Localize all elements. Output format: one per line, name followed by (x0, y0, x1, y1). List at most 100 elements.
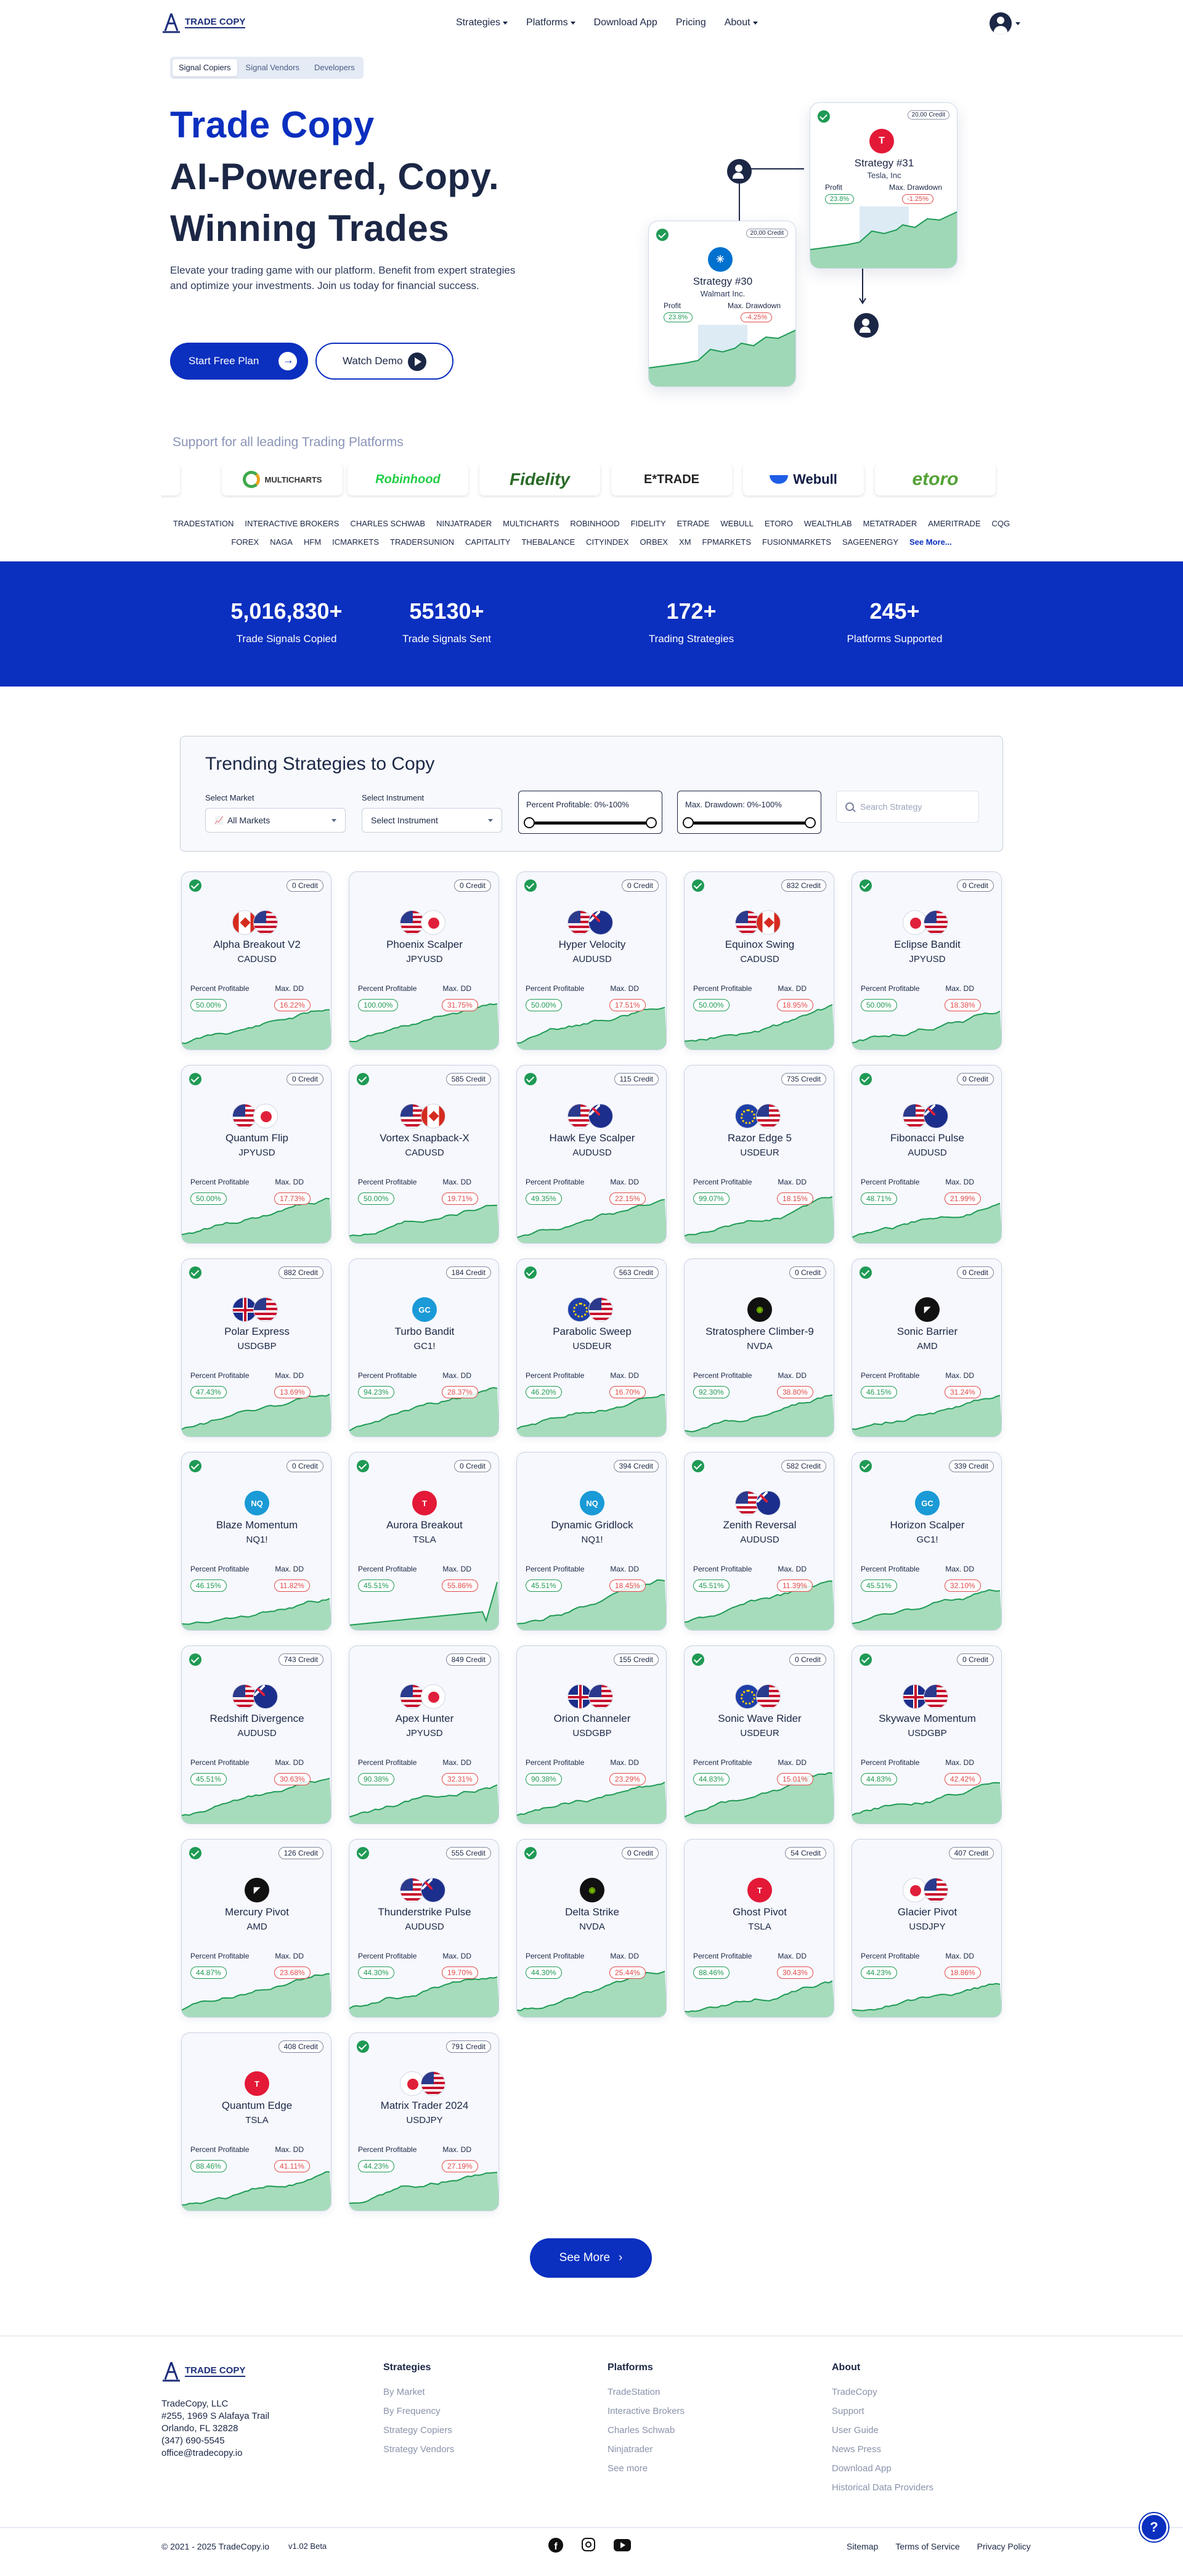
footer-logo[interactable]: TRADE COPY (161, 2361, 246, 2382)
footer-link[interactable]: TradeStation (608, 2387, 685, 2397)
market-select[interactable]: 📈 All Markets (205, 808, 346, 833)
footer-link[interactable]: By Market (383, 2387, 454, 2397)
footer-legal-link[interactable]: Sitemap (847, 2541, 878, 2551)
watch-demo-button[interactable]: Watch Demo (315, 343, 453, 380)
strategy-card[interactable]: 735 Credit Razor Edge 5 USDEUR Percent Prof… (684, 1065, 834, 1244)
footer-link[interactable]: TradeCopy (832, 2387, 933, 2397)
footer-link[interactable]: Interactive Brokers (608, 2406, 685, 2416)
strategy-card[interactable]: 0 Credit Skywave Momentum USDGBP Percent Pr… (852, 1645, 1002, 1824)
strategy-card[interactable]: 555 Credit Thunderstrike Pulse AUDUSD Perce… (349, 1839, 499, 2018)
strategy-card[interactable]: 407 Credit Glacier Pivot USDJPY Percent Pro… (852, 1839, 1002, 2018)
footer-link[interactable]: News Press (832, 2444, 933, 2455)
nav-item-download-app[interactable]: Download App (594, 17, 657, 28)
strategy-card[interactable]: 339 Credit GC Horizon Scalper GC1! Percent P… (852, 1452, 1002, 1631)
broker-tradersunion[interactable]: TRADERSUNION (390, 537, 454, 547)
strategy-card[interactable]: 408 Credit T Quantum Edge TSLA Percent Profi… (181, 2032, 331, 2211)
platform-logo-robinhood[interactable]: Robinhood (348, 463, 468, 495)
platform-logo-multicharts[interactable]: MULTICHARTS (222, 463, 343, 495)
broker-robinhood[interactable]: ROBINHOOD (570, 519, 619, 528)
broker-wealthlab[interactable]: WEALTHLAB (804, 519, 852, 528)
platform-logo-webull[interactable]: Webull (743, 463, 864, 495)
broker-cqg[interactable]: CQG (992, 519, 1010, 528)
footer-link[interactable]: Charles Schwab (608, 2425, 685, 2435)
strategy-card[interactable]: 0 Credit Hyper Velocity AUDUSD Percent Prof… (516, 871, 667, 1050)
strategy-card[interactable]: 0 Credit ◉ Stratosphere Climber-9 NVDA Perce… (684, 1258, 834, 1437)
tab-developers[interactable]: Developers (308, 59, 361, 76)
nav-item-pricing[interactable]: Pricing (676, 17, 706, 28)
platform-logo-etoro[interactable]: etoro (875, 463, 996, 495)
see-more-button[interactable]: See More › (530, 2238, 652, 2278)
footer-link[interactable]: Download App (832, 2463, 933, 2474)
strategy-card[interactable]: 832 Credit Equinox Swing CADUSD Percent Pro… (684, 871, 834, 1050)
broker-metatrader[interactable]: METATRADER (863, 519, 917, 528)
slider-max-handle[interactable] (805, 817, 816, 828)
strategy-card[interactable]: 0 Credit Alpha Breakout V2 CADUSD Percent P… (181, 871, 331, 1050)
strategy-card[interactable]: 0 Credit T Aurora Breakout TSLA Percent Prof… (349, 1452, 499, 1631)
broker-webull[interactable]: WEBULL (720, 519, 753, 528)
broker-orbex[interactable]: ORBEX (640, 537, 669, 547)
strategy-card[interactable]: 115 Credit Hawk Eye Scalper AUDUSD Percent … (516, 1065, 667, 1244)
logo[interactable]: TRADE COPY (161, 12, 246, 33)
strategy-card[interactable]: 0 Credit Eclipse Bandit JPYUSD Percent Prof… (852, 871, 1002, 1050)
facebook-icon[interactable]: f (548, 2538, 563, 2553)
broker-fpmarkets[interactable]: FPMARKETS (702, 537, 751, 547)
strategy-preview-card[interactable]: 20,00 Credit ✳ Strategy #30 Walmart Inc. Pro… (648, 221, 796, 387)
broker-fidelity[interactable]: FIDELITY (631, 519, 666, 528)
broker-forex[interactable]: FOREX (231, 537, 259, 547)
strategy-card[interactable]: 0 Credit Fibonacci Pulse AUDUSD Percent Pro… (852, 1065, 1002, 1244)
footer-link[interactable]: By Frequency (383, 2406, 454, 2416)
strategy-card[interactable]: 0 Credit ◤ Sonic Barrier AMD Percent Profita… (852, 1258, 1002, 1437)
broker-sageenergy[interactable]: SAGEENERGY (842, 537, 898, 547)
tab-signal-copiers[interactable]: Signal Copiers (173, 59, 237, 76)
slider-min-handle[interactable] (524, 817, 535, 828)
user-avatar-icon[interactable] (990, 12, 1012, 35)
broker-tradestation[interactable]: TRADESTATION (173, 519, 234, 528)
slider-max-handle[interactable] (646, 817, 657, 828)
broker-thebalance[interactable]: THEBALANCE (521, 537, 575, 547)
broker-cityindex[interactable]: CITYINDEX (586, 537, 628, 547)
strategy-card[interactable]: 849 Credit Apex Hunter JPYUSD Percent Profi… (349, 1645, 499, 1824)
broker-multicharts[interactable]: MULTICHARTS (503, 519, 559, 528)
search-input[interactable]: Search Strategy (836, 791, 979, 823)
broker-naga[interactable]: NAGA (270, 537, 293, 547)
broker-ameritrade[interactable]: AMERITRADE (928, 519, 980, 528)
footer-link[interactable]: See more (608, 2463, 685, 2474)
broker-capitality[interactable]: CAPITALITY (465, 537, 510, 547)
see-more-link[interactable]: See More... (909, 537, 952, 547)
footer-link[interactable]: Support (832, 2406, 933, 2416)
help-icon[interactable]: ? (1140, 2513, 1168, 2541)
footer-link[interactable]: Historical Data Providers (832, 2482, 933, 2493)
nav-item-strategies[interactable]: Strategies (456, 17, 508, 28)
strategy-card[interactable]: 0 Credit Sonic Wave Rider USDEUR Percent Pr… (684, 1645, 834, 1824)
instrument-select[interactable]: Select Instrument (362, 808, 502, 833)
footer-link[interactable]: Strategy Vendors (383, 2444, 454, 2455)
strategy-card[interactable]: 882 Credit Polar Express USDGBP Percent Pro… (181, 1258, 331, 1437)
strategy-card[interactable]: 0 Credit NQ Blaze Momentum NQ1! Percent Prof… (181, 1452, 331, 1631)
strategy-card[interactable]: 394 Credit NQ Dynamic Gridlock NQ1! Percent … (516, 1452, 667, 1631)
platform-logo-etrade[interactable]: E*TRADE (611, 463, 732, 495)
strategy-card[interactable]: 184 Credit GC Turbo Bandit GC1! Percent Prof… (349, 1258, 499, 1437)
slider-min-handle[interactable] (683, 817, 694, 828)
footer-link[interactable]: Ninjatrader (608, 2444, 685, 2455)
platform-logo-fidelity[interactable]: Fidelity (479, 463, 600, 495)
broker-etoro[interactable]: ETORO (765, 519, 793, 528)
strategy-preview-card[interactable]: 20,00 Credit T Strategy #31 Tesla, Inc Profi… (810, 102, 957, 269)
footer-link[interactable]: User Guide (832, 2425, 933, 2435)
start-free-plan-button[interactable]: Start Free Plan (170, 343, 308, 380)
strategy-card[interactable]: 0 Credit Phoenix Scalper JPYUSD Percent Pro… (349, 871, 499, 1050)
broker-icmarkets[interactable]: ICMARKETS (332, 537, 379, 547)
youtube-icon[interactable] (614, 2539, 631, 2551)
nav-item-about[interactable]: About (725, 17, 758, 28)
strategy-card[interactable]: 0 Credit Quantum Flip JPYUSD Percent Profit… (181, 1065, 331, 1244)
strategy-card[interactable]: 54 Credit T Ghost Pivot TSLA Percent Profita… (684, 1839, 834, 2018)
broker-fusionmarkets[interactable]: FUSIONMARKETS (762, 537, 831, 547)
strategy-card[interactable]: 743 Credit Redshift Divergence AUDUSD Perce… (181, 1645, 331, 1824)
strategy-card[interactable]: 155 Credit Orion Channeler USDGBP Percent P… (516, 1645, 667, 1824)
max-drawdown-slider[interactable]: Max. Drawdown: 0%-100% (677, 791, 821, 834)
nav-item-platforms[interactable]: Platforms (526, 17, 575, 28)
footer-link[interactable]: Strategy Copiers (383, 2425, 454, 2435)
strategy-card[interactable]: 563 Credit Parabolic Sweep USDEUR Percent P… (516, 1258, 667, 1437)
strategy-card[interactable]: 582 Credit Zenith Reversal AUDUSD Percent P… (684, 1452, 834, 1631)
broker-etrade[interactable]: ETRADE (677, 519, 710, 528)
broker-ninjatrader[interactable]: NINJATRADER (436, 519, 492, 528)
